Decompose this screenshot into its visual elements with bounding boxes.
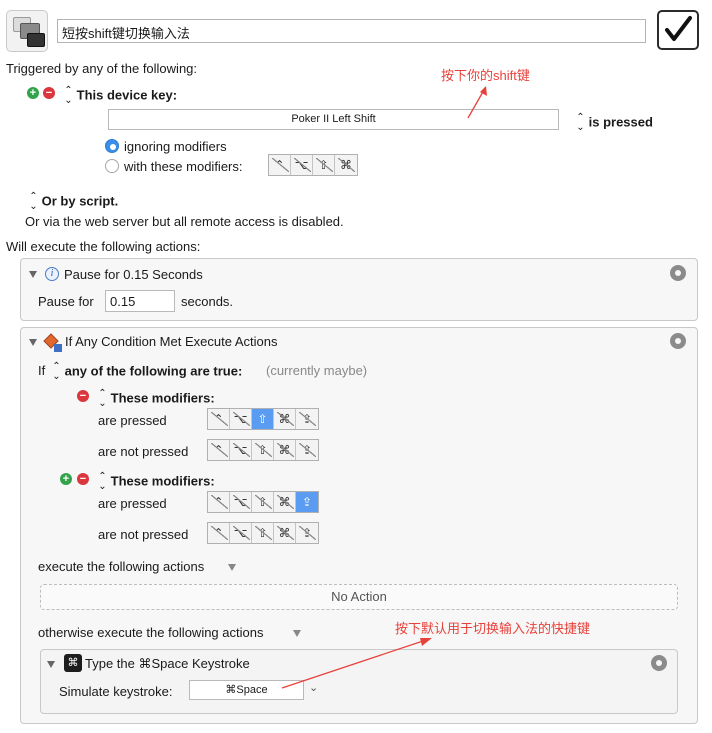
- pause-label-after: seconds.: [181, 294, 234, 309]
- command-modifier-toggle[interactable]: ⌘: [274, 523, 296, 543]
- are-pressed-label: are pressed: [98, 413, 167, 428]
- condition-type-popup[interactable]: ⌃ ⌄ These modifiers:: [98, 388, 215, 409]
- control-modifier-toggle[interactable]: ⌃: [208, 409, 230, 429]
- condition-action-title: If Any Condition Met Execute Actions: [65, 334, 278, 349]
- capslock-modifier-toggle[interactable]: ⇪: [296, 492, 318, 512]
- option-modifier-toggle[interactable]: ⌥: [230, 409, 252, 429]
- remove-condition-button[interactable]: −: [77, 473, 89, 485]
- shift-modifier-toggle[interactable]: ⇧: [313, 155, 335, 175]
- command-modifier-toggle[interactable]: ⌘: [335, 155, 357, 175]
- radio-ignoring-label: ignoring modifiers: [124, 139, 227, 154]
- radio-ignoring-modifiers[interactable]: [105, 139, 119, 153]
- keystroke-icon: ⌘: [64, 654, 82, 672]
- updown-icon: ⌃ ⌄: [64, 85, 73, 106]
- shift-modifier-toggle[interactable]: ⇧: [252, 523, 274, 543]
- control-modifier-toggle[interactable]: ⌃: [208, 492, 230, 512]
- control-modifier-toggle[interactable]: ⌃: [208, 440, 230, 460]
- updown-icon: ⌃ ⌄: [576, 112, 585, 133]
- radio-with-label: with these modifiers:: [124, 159, 243, 174]
- keystroke-action-title: Type the ⌘Space Keystroke: [85, 656, 250, 671]
- pause-seconds-field[interactable]: 0.15: [105, 290, 175, 312]
- enable-checkbox[interactable]: [657, 10, 699, 50]
- not-pressed-modifier-group: ⌃ ⌥ ⇧ ⌘ ⇪: [207, 522, 319, 544]
- condition-type-label: These modifiers:: [110, 473, 215, 489]
- no-action-placeholder[interactable]: No Action: [40, 584, 678, 610]
- updown-icon: ⌃ ⌄: [98, 388, 107, 409]
- shift-modifier-toggle[interactable]: ⇧: [252, 492, 274, 512]
- script-trigger-label: Or by script.: [41, 193, 119, 209]
- execute-actions-label: execute the following actions: [38, 559, 205, 574]
- trigger-type-label: This device key:: [76, 87, 178, 103]
- simulate-keystroke-label: Simulate keystroke:: [59, 684, 173, 699]
- option-modifier-toggle[interactable]: ⌥: [230, 440, 252, 460]
- web-server-note: Or via the web server but all remote acc…: [25, 214, 344, 229]
- disclosure-triangle[interactable]: [47, 661, 55, 668]
- script-trigger-popup[interactable]: ⌃ ⌄ Or by script.: [29, 192, 118, 212]
- actions-header: Will execute the following actions:: [6, 239, 201, 254]
- pause-icon: i: [45, 267, 59, 281]
- annotation-arrow-2: [281, 638, 432, 689]
- are-not-pressed-label: are not pressed: [98, 444, 189, 459]
- pause-action-panel: i Pause for 0.15 Seconds Pause for 0.15 …: [20, 258, 698, 321]
- macro-icon: [6, 10, 48, 52]
- disclosure-triangle[interactable]: [29, 271, 37, 278]
- if-label: If: [38, 363, 46, 378]
- shift-modifier-toggle[interactable]: ⇧: [252, 409, 274, 429]
- remove-trigger-button[interactable]: −: [43, 87, 55, 99]
- trigger-type-popup[interactable]: ⌃ ⌄ This device key:: [64, 86, 177, 106]
- checkmark-icon: [665, 16, 692, 41]
- are-pressed-label: are pressed: [98, 496, 167, 511]
- radio-with-modifiers[interactable]: [105, 159, 119, 173]
- control-modifier-toggle[interactable]: ⌃: [269, 155, 291, 175]
- capslock-modifier-toggle[interactable]: ⇪: [296, 440, 318, 460]
- condition-icon: [43, 333, 62, 352]
- macro-name-field[interactable]: 短按shift键切换输入法: [57, 19, 646, 43]
- condition-type-label: These modifiers:: [110, 390, 215, 406]
- shift-modifier-toggle[interactable]: ⇧: [252, 440, 274, 460]
- command-modifier-toggle[interactable]: ⌘: [274, 492, 296, 512]
- command-modifier-toggle[interactable]: ⌘: [274, 409, 296, 429]
- trigger-modifier-group: ⌃ ⌥ ⇧ ⌘: [268, 154, 358, 176]
- updown-icon: ⌃ ⌄: [29, 191, 38, 212]
- trigger-header: Triggered by any of the following:: [6, 61, 198, 76]
- pressed-modifier-group: ⌃ ⌥ ⇧ ⌘ ⇪: [207, 408, 319, 430]
- updown-icon: ⌃ ⌄: [98, 471, 107, 492]
- otherwise-actions-label: otherwise execute the following actions: [38, 625, 264, 640]
- pressed-modifier-group: ⌃ ⌥ ⇧ ⌘ ⇪: [207, 491, 319, 513]
- key-state-label: is pressed: [588, 114, 653, 130]
- capslock-modifier-toggle[interactable]: ⇪: [296, 523, 318, 543]
- annotation-arrow-1: [467, 86, 487, 119]
- control-modifier-toggle[interactable]: ⌃: [208, 523, 230, 543]
- option-modifier-toggle[interactable]: ⌥: [230, 492, 252, 512]
- gear-icon[interactable]: [651, 655, 667, 671]
- condition-match-label: any of the following are true:: [64, 363, 243, 379]
- updown-icon: ⌃ ⌄: [52, 361, 61, 382]
- gear-icon[interactable]: [670, 265, 686, 281]
- condition-match-popup[interactable]: ⌃ ⌄ any of the following are true:: [52, 362, 242, 382]
- not-pressed-modifier-group: ⌃ ⌥ ⇧ ⌘ ⇪: [207, 439, 319, 461]
- pause-label-before: Pause for: [38, 294, 94, 309]
- condition-type-popup[interactable]: ⌃ ⌄ These modifiers:: [98, 471, 215, 492]
- add-condition-button[interactable]: +: [60, 473, 72, 485]
- capslock-modifier-toggle[interactable]: ⇪: [296, 409, 318, 429]
- execute-actions-menu-icon[interactable]: [228, 564, 236, 571]
- add-trigger-button[interactable]: +: [27, 87, 39, 99]
- pause-action-title: Pause for 0.15 Seconds: [64, 267, 203, 282]
- option-modifier-toggle[interactable]: ⌥: [291, 155, 313, 175]
- disclosure-triangle[interactable]: [29, 339, 37, 346]
- gear-icon[interactable]: [670, 333, 686, 349]
- key-state-popup[interactable]: ⌃ ⌄ is pressed: [576, 113, 653, 133]
- condition-status: (currently maybe): [266, 363, 368, 378]
- command-modifier-toggle[interactable]: ⌘: [274, 440, 296, 460]
- are-not-pressed-label: are not pressed: [98, 527, 189, 542]
- option-modifier-toggle[interactable]: ⌥: [230, 523, 252, 543]
- remove-condition-button[interactable]: −: [77, 390, 89, 402]
